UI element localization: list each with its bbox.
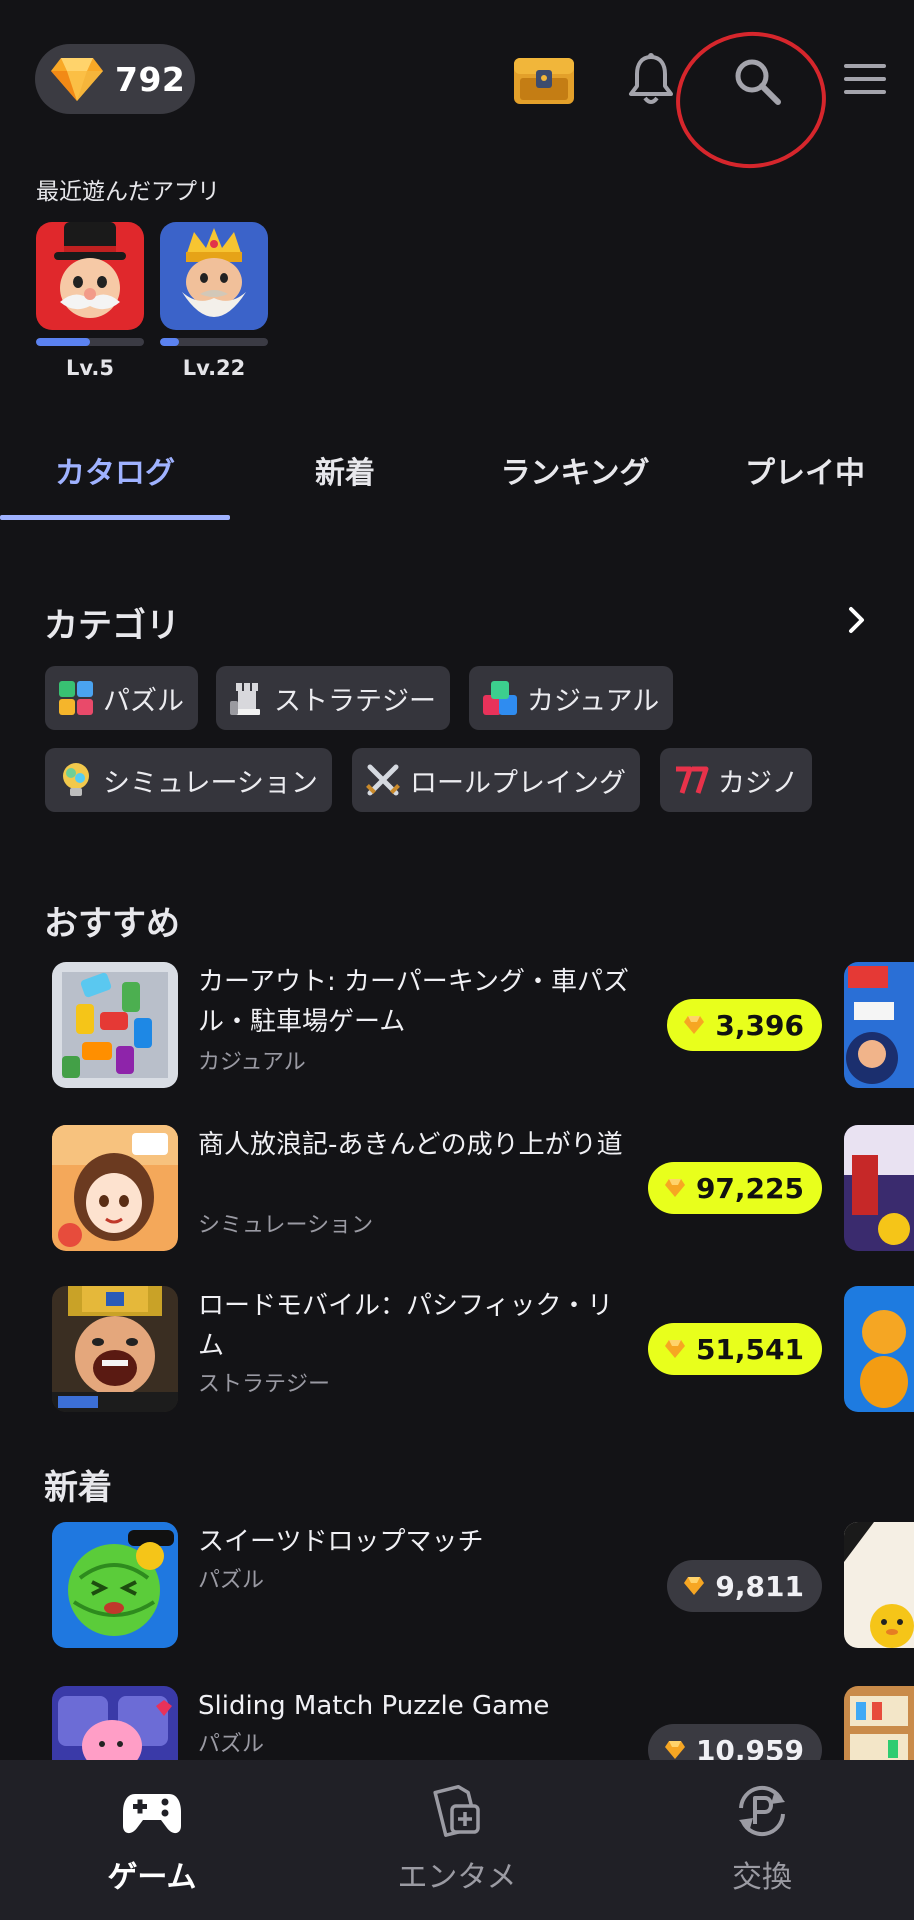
app-title: 商人放浪記-あきんどの成り上がり道	[198, 1130, 623, 1160]
app-title: Sliding Match Puzzle Game	[198, 1691, 550, 1721]
nav-label: エンタメ	[397, 1860, 517, 1895]
app-row-sweets-drop[interactable]: スイーツドロップマッチ パズル 9,811	[52, 1522, 822, 1650]
price-badge[interactable]: 3,396	[667, 999, 822, 1051]
price-badge[interactable]: 51,541	[647, 1323, 822, 1375]
next-card-peek[interactable]	[844, 962, 914, 1088]
recent-apps-title: 最近遊んだアプリ	[36, 179, 220, 205]
price-value: 97,225	[695, 1171, 804, 1205]
tab-new[interactable]: 新着	[230, 430, 460, 522]
points-exchange-icon	[739, 1785, 785, 1837]
app-title: カーアウト: カーパーキング・車パズル・駐車場ゲーム	[198, 967, 629, 1037]
app-thumbnail	[52, 1286, 178, 1412]
next-card-peek[interactable]	[844, 1125, 914, 1251]
level-label: Lv.5	[66, 356, 114, 380]
diamond-icon	[51, 58, 103, 101]
price-badge[interactable]: 97,225	[647, 1162, 822, 1214]
chess-rook-icon	[230, 683, 260, 715]
app-thumbnail	[52, 1522, 178, 1648]
price-value: 9,811	[715, 1569, 804, 1603]
app-thumbnail	[160, 222, 268, 330]
chip-label: パズル	[103, 685, 184, 717]
diamond-icon	[684, 1016, 705, 1034]
blocks-icon	[483, 681, 517, 715]
chip-label: カジュアル	[527, 685, 660, 717]
menu-icon[interactable]	[842, 60, 888, 98]
lucky-seven-icon	[676, 766, 709, 794]
level-progress-bar	[160, 338, 268, 346]
catalog-tabs: カタログ 新着 ランキング プレイ中	[0, 430, 914, 522]
search-icon[interactable]	[732, 56, 784, 108]
price-badge[interactable]: 9,811	[667, 1560, 822, 1612]
new-arrivals-title: 新着	[44, 1468, 112, 1508]
category-chip-casino[interactable]: カジノ	[660, 748, 813, 812]
app-genre: パズル	[198, 1732, 265, 1757]
app-genre: ストラテジー	[198, 1372, 331, 1397]
chip-label: カジノ	[718, 767, 799, 799]
nav-label: 交換	[732, 1860, 792, 1895]
puzzle-icon	[59, 681, 93, 715]
diamond-icon	[684, 1577, 705, 1595]
app-thumbnail	[36, 222, 144, 330]
app-genre: パズル	[198, 1568, 265, 1593]
tab-catalog[interactable]: カタログ	[0, 430, 230, 522]
recommended-title: おすすめ	[44, 904, 180, 944]
crossed-swords-icon	[366, 764, 400, 796]
category-title: カテゴリ	[44, 606, 180, 646]
diamond-icon	[664, 1179, 685, 1197]
active-tab-indicator	[0, 515, 230, 520]
recent-app-monopoly[interactable]: Lv.5	[36, 222, 144, 380]
app-row-lords-mobile[interactable]: ロードモバイル：パシフィック・リム ストラテジー 51,541	[52, 1286, 822, 1414]
next-card-peek[interactable]	[844, 1522, 914, 1648]
tab-playing[interactable]: プレイ中	[690, 430, 914, 522]
gem-count: 792	[115, 59, 186, 99]
app-genre: シミュレーション	[198, 1213, 374, 1238]
app-genre: カジュアル	[198, 1050, 306, 1075]
app-title: ロードモバイル：パシフィック・リム	[198, 1291, 613, 1361]
nav-game[interactable]: ゲーム	[0, 1760, 304, 1920]
nav-exchange[interactable]: 交換	[610, 1760, 914, 1920]
level-label: Lv.22	[182, 356, 246, 380]
chip-label: ロールプレイング	[410, 767, 626, 799]
tab-ranking[interactable]: ランキング	[460, 430, 690, 522]
next-card-peek[interactable]	[844, 1286, 914, 1412]
app-thumbnail	[52, 1125, 178, 1251]
app-row-car-out[interactable]: カーアウト: カーパーキング・車パズル・駐車場ゲーム カジュアル 3,396	[52, 962, 822, 1090]
price-value: 3,396	[715, 1008, 804, 1042]
category-chip-roleplaying[interactable]: ロールプレイング	[352, 748, 640, 812]
app-row-merchant[interactable]: 商人放浪記-あきんどの成り上がり道 シミュレーション 97,225	[52, 1125, 822, 1253]
app-screen: 792 最近遊んだアプリ Lv.5 Lv.22 カタログ 新着 ランキング プレ…	[0, 0, 914, 1920]
app-thumbnail	[52, 962, 178, 1088]
add-content-icon	[433, 1784, 480, 1837]
diamond-icon	[664, 1340, 685, 1358]
gem-balance[interactable]: 792	[35, 44, 195, 114]
gamepad-icon	[123, 1794, 181, 1834]
level-progress-bar	[36, 338, 144, 346]
app-title: スイーツドロップマッチ	[198, 1527, 484, 1557]
nav-label: ゲーム	[107, 1860, 197, 1895]
category-chip-casual[interactable]: カジュアル	[469, 666, 674, 730]
chip-label: ストラテジー	[274, 685, 436, 717]
chip-label: シミュレーション	[103, 767, 318, 799]
price-value: 51,541	[695, 1332, 804, 1366]
category-chip-strategy[interactable]: ストラテジー	[216, 666, 450, 730]
diamond-icon	[664, 1741, 685, 1759]
treasure-chest-icon[interactable]	[512, 56, 576, 106]
recent-app-royal-match[interactable]: Lv.22	[160, 222, 268, 380]
lightbulb-icon	[63, 763, 89, 796]
nav-entertainment[interactable]: エンタメ	[305, 1760, 609, 1920]
chevron-right-icon[interactable]	[846, 604, 868, 636]
category-chip-simulation[interactable]: シミュレーション	[45, 748, 332, 812]
bell-icon[interactable]	[628, 52, 674, 108]
category-chip-puzzle[interactable]: パズル	[45, 666, 198, 730]
bottom-navigation: ゲーム エンタメ 交換	[0, 1760, 914, 1920]
